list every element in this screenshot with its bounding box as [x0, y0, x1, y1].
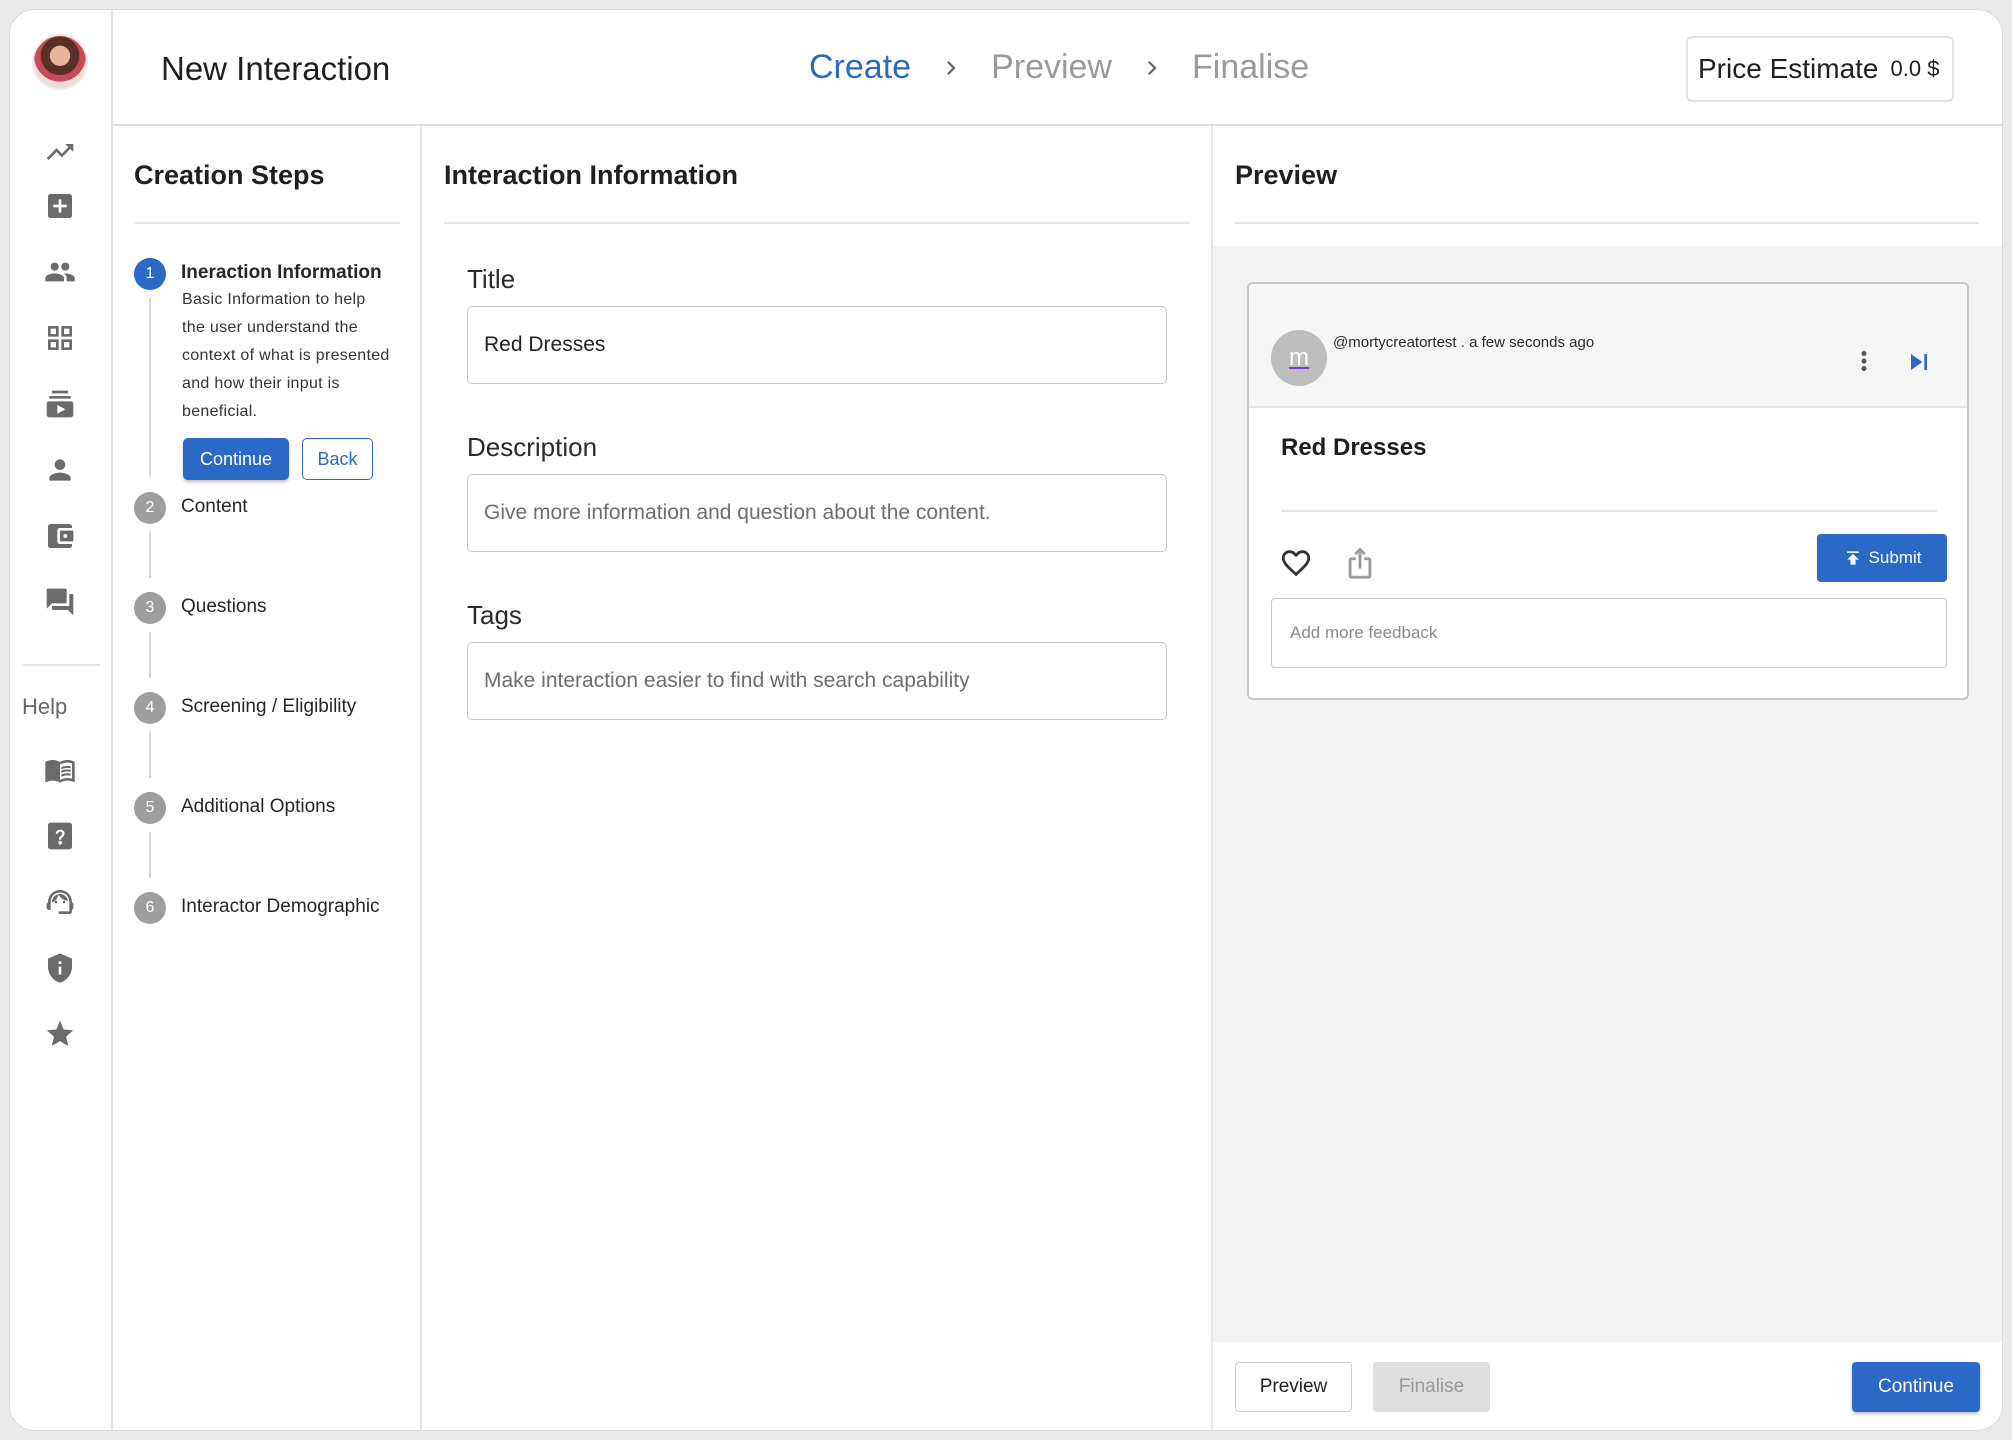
step-item-6[interactable]: 6 Interactor Demographic [134, 892, 380, 924]
creation-steps-heading: Creation Steps [134, 160, 325, 190]
people-icon[interactable] [38, 250, 82, 294]
step-item-5[interactable]: 5 Additional Options [134, 792, 335, 824]
preview-heading: Preview [1235, 160, 1338, 190]
star-icon[interactable] [38, 1012, 82, 1056]
step-number: 2 [134, 492, 166, 524]
preview-stage: m @mortycreatortest . a few seconds ago … [1213, 246, 2002, 1342]
more-vert-icon[interactable] [1849, 344, 1879, 378]
upload-icon [1846, 551, 1859, 565]
tags-placeholder: Make interaction easier to find with sea… [484, 669, 970, 692]
book-icon[interactable] [38, 748, 82, 792]
description-placeholder: Give more information and question about… [484, 501, 991, 524]
preview-card: m @mortycreatortest . a few seconds ago … [1247, 282, 1969, 700]
wallet-icon[interactable] [38, 514, 82, 558]
step-number: 3 [134, 592, 166, 624]
description-label: Description [467, 432, 598, 462]
step-connector [149, 732, 151, 778]
chevron-right-icon [1148, 60, 1157, 75]
app-window: Help New Interaction Create Preview Fina… [9, 9, 2003, 1431]
price-estimate-value: 0.0 $ [1890, 56, 1940, 81]
step-label: Screening / Eligibility [181, 696, 357, 717]
submit-button[interactable]: Submit [1817, 534, 1947, 582]
feedback-input[interactable]: Add more feedback [1271, 598, 1947, 668]
step-label: Content [181, 496, 248, 517]
skip-next-icon[interactable] [1903, 346, 1935, 378]
tags-field[interactable]: Make interaction easier to find with sea… [467, 642, 1167, 720]
interaction-information-panel: Interaction Information Title Red Dresse… [422, 126, 1213, 1430]
creation-steps-panel: Creation Steps 1 Ineraction Information … [113, 126, 422, 1430]
step-description: Basic Information to help the user under… [182, 291, 390, 420]
step-connector [149, 298, 151, 476]
feedback-placeholder: Add more feedback [1290, 623, 1438, 642]
help-label: Help [22, 694, 68, 719]
stepper-preview[interactable]: Preview [991, 48, 1112, 87]
heading-divider [134, 222, 400, 224]
submit-label: Submit [1868, 548, 1922, 567]
step-item-2[interactable]: 2 Content [134, 492, 248, 524]
price-estimate: Price Estimate 0.0 $ [1686, 36, 1954, 102]
top-stepper: Create Preview Finalise [809, 48, 1309, 87]
card-user-line: @mortycreatortest . a few seconds ago [1333, 334, 1595, 351]
person-icon[interactable] [38, 448, 82, 492]
page-title: New Interaction [161, 50, 391, 87]
user-avatar[interactable] [32, 34, 88, 90]
step-label: Interactor Demographic [181, 896, 380, 917]
title-label: Title [467, 264, 516, 294]
step-back-button[interactable]: Back [302, 438, 373, 480]
preview-panel: Preview m @mortycreatortest . a few seco… [1213, 126, 2002, 1430]
card-title: Red Dresses [1281, 434, 1427, 461]
subscriptions-icon[interactable] [38, 382, 82, 426]
card-header: m @mortycreatortest . a few seconds ago [1249, 284, 1967, 408]
step-label: Ineraction Information [181, 262, 382, 283]
card-divider [1281, 510, 1937, 512]
share-icon[interactable] [1343, 546, 1377, 580]
interaction-information-heading: Interaction Information [444, 160, 739, 190]
step-connector [149, 832, 151, 878]
footer-continue-button[interactable]: Continue [1852, 1362, 1980, 1412]
forum-icon[interactable] [38, 580, 82, 624]
step-item-3[interactable]: 3 Questions [134, 592, 267, 624]
support-agent-icon[interactable] [38, 880, 82, 924]
step-connector [149, 632, 151, 678]
step-label: Additional Options [181, 796, 336, 817]
chevron-right-icon [947, 60, 956, 75]
top-header: New Interaction Create Preview Finalise … [113, 10, 2002, 126]
step-item-4[interactable]: 4 Screening / Eligibility [134, 692, 356, 724]
heart-icon[interactable] [1279, 546, 1313, 580]
trending-up-icon[interactable] [38, 130, 82, 174]
left-sidebar: Help [10, 10, 113, 1430]
title-field-value: Red Dresses [484, 333, 606, 356]
stepper-create[interactable]: Create [809, 48, 911, 87]
step-connector [149, 532, 151, 578]
sidebar-divider [22, 664, 100, 666]
heading-divider [1235, 222, 1979, 224]
step-number: 4 [134, 692, 166, 724]
question-icon[interactable] [38, 814, 82, 858]
step-number: 6 [134, 892, 166, 924]
dashboard-grid-icon[interactable] [38, 316, 82, 360]
description-field[interactable]: Give more information and question about… [467, 474, 1167, 552]
step-number: 1 [134, 258, 166, 290]
step-continue-button[interactable]: Continue [183, 438, 289, 480]
footer-preview-button[interactable]: Preview [1235, 1362, 1352, 1412]
heading-divider [444, 222, 1190, 224]
step-number: 5 [134, 792, 166, 824]
add-box-icon[interactable] [38, 184, 82, 228]
price-estimate-label: Price Estimate [1698, 53, 1879, 84]
title-field[interactable]: Red Dresses [467, 306, 1167, 384]
card-avatar: m [1271, 330, 1327, 386]
tags-label: Tags [467, 600, 522, 630]
step-label: Questions [181, 596, 267, 617]
stepper-finalise[interactable]: Finalise [1192, 48, 1309, 87]
footer-finalise-button[interactable]: Finalise [1373, 1362, 1490, 1412]
shield-info-icon[interactable] [38, 946, 82, 990]
